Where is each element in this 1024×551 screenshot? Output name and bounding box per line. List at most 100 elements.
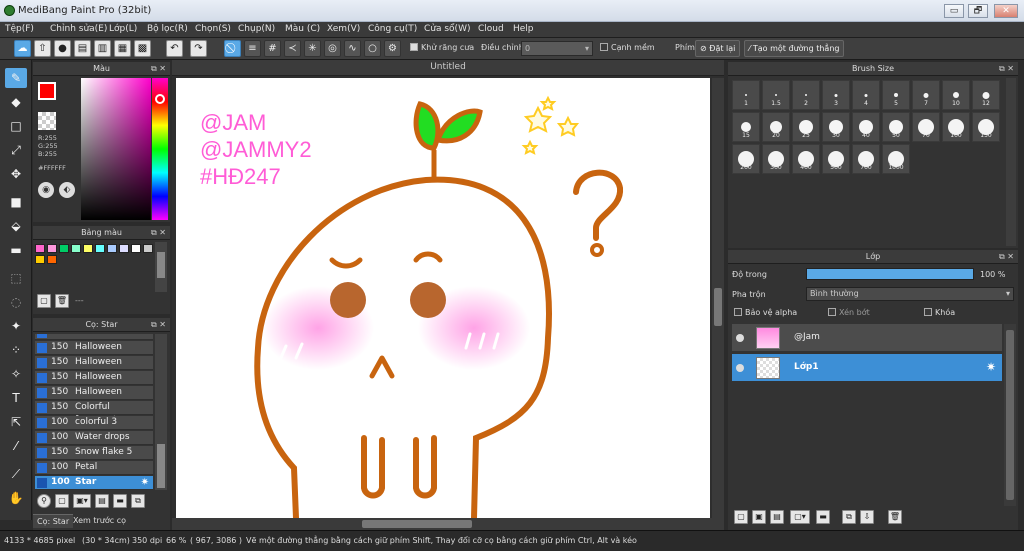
move-tool-icon[interactable]: ✥	[5, 164, 27, 184]
menu-file[interactable]: Tệp(F)	[5, 24, 34, 34]
brush-size-cell[interactable]: 4	[852, 80, 880, 110]
opacity-slider[interactable]	[806, 268, 974, 280]
perspective-snap-icon[interactable]: ≺	[284, 40, 301, 57]
brush-tool-icon[interactable]: ✎	[5, 68, 27, 88]
brush-list-item[interactable]: 150Colorful fragments	[35, 401, 153, 425]
brush-size-cell[interactable]: 10	[942, 80, 970, 110]
eye-icon[interactable]	[736, 334, 744, 342]
brush-size-cell[interactable]: 30	[822, 112, 850, 142]
cloud-icon[interactable]: ☁	[14, 40, 31, 57]
brush-size-cell[interactable]: 7	[912, 80, 940, 110]
grid-icon[interactable]: ▩	[134, 40, 151, 57]
duplicate-layer-icon[interactable]: ⧉	[842, 510, 856, 524]
menu-filter[interactable]: Bộ lọc(R)	[147, 24, 188, 34]
palette-swatch[interactable]	[143, 244, 153, 253]
antialias-checkbox[interactable]	[410, 43, 418, 51]
undo-icon[interactable]: ↶	[166, 40, 183, 57]
menu-layer[interactable]: Lớp(L)	[109, 24, 137, 34]
canvas[interactable]: @JAM @JAMMY2 #HĐ247	[176, 78, 710, 521]
brush-scrollbar[interactable]	[155, 334, 167, 490]
bucket-tool-icon[interactable]: ⬙	[5, 216, 27, 236]
menu-color[interactable]: Màu (C)	[285, 24, 320, 34]
new-layer-icon[interactable]: ▢	[734, 510, 748, 524]
redo-icon[interactable]: ↷	[190, 40, 207, 57]
menu-window[interactable]: Cửa sổ(W)	[424, 24, 470, 34]
delete-layer-icon[interactable]: 🗑	[888, 510, 902, 524]
brush-list-item[interactable]: 100 Star ✷	[35, 476, 153, 490]
brush-size-cell[interactable]: 2	[792, 80, 820, 110]
brush-list-item[interactable]: 150 Halloween	[35, 386, 153, 400]
palette-swatch[interactable]	[47, 244, 57, 253]
brush-size-cell[interactable]: 150	[972, 112, 1000, 142]
add-palette-icon[interactable]: ▢	[37, 294, 51, 308]
eyedropper-tool-icon[interactable]: ⟋	[5, 464, 27, 484]
upload-icon[interactable]: ⇧	[34, 40, 51, 57]
operation-tool-icon[interactable]: ⇱	[5, 412, 27, 432]
palette-icon[interactable]: ◉	[38, 182, 54, 198]
brush-size-cell[interactable]: 1000	[882, 144, 910, 174]
minimize-button[interactable]: ▭	[944, 4, 964, 18]
brush-size-cell[interactable]: 25	[792, 112, 820, 142]
select-eraser-tool-icon[interactable]: ✧	[5, 364, 27, 384]
lock-checkbox[interactable]	[924, 308, 932, 316]
close-button[interactable]: ✕	[994, 4, 1018, 18]
brush-size-cell[interactable]: 5	[882, 80, 910, 110]
layout-icon[interactable]: ▦	[114, 40, 131, 57]
blend-select[interactable]: Bình thường ▾	[806, 287, 1014, 301]
palette-scrollbar[interactable]	[155, 242, 167, 292]
brush-size-cell[interactable]: 200	[732, 144, 760, 174]
brush-copy-icon[interactable]: ▤	[95, 494, 109, 508]
brush-menu-icon[interactable]: ▣▾	[73, 494, 91, 508]
brush-size-scrollbar[interactable]	[1006, 78, 1016, 246]
concentric-snap-icon[interactable]: ◎	[324, 40, 341, 57]
saturation-value-picker[interactable]	[81, 78, 151, 220]
brush-add-icon[interactable]: ⚲	[37, 494, 51, 508]
clip-checkbox[interactable]	[828, 308, 836, 316]
lasso-tool-icon[interactable]: ◌	[5, 292, 27, 312]
circle-snap-icon[interactable]: ○	[364, 40, 381, 57]
maximize-button[interactable]: 🗗	[968, 4, 988, 18]
brush-size-cell[interactable]: 700	[852, 144, 880, 174]
fill-rect-tool-icon[interactable]: ■	[5, 192, 27, 212]
merge-layer-icon[interactable]: ⇩	[860, 510, 874, 524]
brush-size-cell[interactable]: 500	[822, 144, 850, 174]
layer-scroll-thumb[interactable]	[1006, 330, 1014, 500]
menu-snap[interactable]: Chụp(N)	[238, 24, 275, 34]
layer-menu-icon[interactable]: ▢▾	[790, 510, 810, 524]
palette-swatch[interactable]	[83, 244, 93, 253]
soft-edge-option[interactable]: Cạnh mềm	[600, 43, 655, 52]
brush-size-cell[interactable]: 20	[762, 112, 790, 142]
tab-brush-preview[interactable]: Xem trước cọ	[69, 514, 130, 528]
primary-color-swatch[interactable]	[38, 82, 56, 100]
palette-swatch[interactable]	[95, 244, 105, 253]
palette-swatch[interactable]	[131, 244, 141, 253]
transparent-color-swatch[interactable]	[38, 112, 56, 130]
gear-icon[interactable]: ✷	[986, 360, 996, 374]
new-8bit-layer-icon[interactable]: ▤	[770, 510, 784, 524]
brush-size-cell[interactable]: 15	[732, 112, 760, 142]
gradient-tool-icon[interactable]: ▬	[5, 240, 27, 260]
select-tool-icon[interactable]: ⬚	[5, 268, 27, 288]
menu-select[interactable]: Chọn(S)	[195, 24, 231, 34]
adjust-select[interactable]: 0 ▾	[521, 41, 593, 56]
radial-snap-icon[interactable]: ✳	[304, 40, 321, 57]
layer-row[interactable]: Lớp1 ✷	[732, 354, 1002, 382]
no-snap-icon[interactable]: ⃠	[224, 40, 241, 57]
brush-list-item[interactable]: 150 Snow flake 5	[35, 446, 153, 460]
brush-size-cell[interactable]: 12	[972, 80, 1000, 110]
grid-snap-icon[interactable]: #	[264, 40, 281, 57]
brush-list-item[interactable]: 100 Water drops	[35, 431, 153, 445]
clip-option[interactable]: Xén bớt	[828, 308, 870, 317]
brush-list-item[interactable]: 100 Petal	[35, 461, 153, 475]
brush-size-cell[interactable]: 100	[942, 112, 970, 142]
brush-folder-icon[interactable]: ▬	[113, 494, 127, 508]
palette-scroll-thumb[interactable]	[157, 252, 165, 278]
palette-swatch[interactable]	[119, 244, 129, 253]
antialias-option[interactable]: Khử răng cưa	[410, 43, 474, 52]
palette-swatch[interactable]	[107, 244, 117, 253]
menu-view[interactable]: Xem(V)	[327, 24, 360, 34]
gear-icon[interactable]: ✷	[141, 476, 149, 489]
page-icon[interactable]: ▥	[94, 40, 111, 57]
brush-size-cell[interactable]: 70	[912, 112, 940, 142]
brush-size-cell[interactable]: 300	[762, 144, 790, 174]
